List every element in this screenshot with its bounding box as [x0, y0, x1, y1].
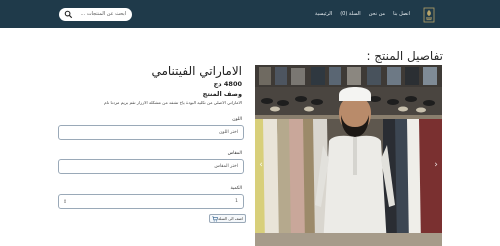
- product-photo: [255, 65, 442, 246]
- search-icon: [64, 10, 73, 19]
- nav-link-cart[interactable]: السلة (0): [340, 9, 360, 19]
- product-image: ‹ ›: [255, 65, 442, 246]
- search-placeholder: ابحث عن المنتجات ...: [80, 11, 126, 17]
- size-label: المقاس: [227, 151, 242, 156]
- nav-link-contact[interactable]: اتصل بنا: [393, 9, 410, 19]
- color-select-value: اختر اللون: [218, 130, 238, 135]
- product-description-title: وصف المنتج: [202, 90, 242, 98]
- nav-link-about[interactable]: من نحن: [369, 9, 386, 19]
- search-input[interactable]: ابحث عن المنتجات ...: [59, 8, 132, 21]
- size-select[interactable]: اختر المقاس: [58, 159, 244, 174]
- quantity-label: الكمية: [230, 186, 242, 191]
- size-select-value: اختر المقاس: [214, 164, 238, 169]
- cart-icon: [212, 216, 218, 222]
- product-description: الاماراتي الاصلي من تكليه البودة ياخ تشف…: [104, 100, 242, 105]
- quantity-input[interactable]: 1 ⇕: [58, 194, 244, 209]
- carousel-prev-arrow[interactable]: ‹: [257, 160, 265, 170]
- color-select[interactable]: اختر اللون: [58, 125, 244, 140]
- page-title: تفاصيل المنتج :: [366, 49, 443, 63]
- nav-link-home[interactable]: الرئيسية: [315, 9, 332, 19]
- brand-logo[interactable]: [423, 7, 435, 23]
- product-name: الاماراتي الفيتنامي: [151, 64, 242, 78]
- top-navbar: ابحث عن المنتجات ... الرئيسية السلة (0) …: [0, 0, 500, 28]
- carousel-next-arrow[interactable]: ›: [432, 160, 440, 170]
- quantity-value: 1: [235, 199, 238, 204]
- add-to-cart-button[interactable]: اضف الى السلة: [209, 214, 246, 223]
- quantity-stepper-icon[interactable]: ⇕: [63, 198, 67, 206]
- add-to-cart-label: اضف الى السلة: [218, 216, 243, 221]
- nav-links: الرئيسية السلة (0) من نحن اتصل بنا: [315, 9, 410, 19]
- product-price: 4800 دج: [213, 80, 242, 88]
- color-label: اللون: [232, 117, 242, 122]
